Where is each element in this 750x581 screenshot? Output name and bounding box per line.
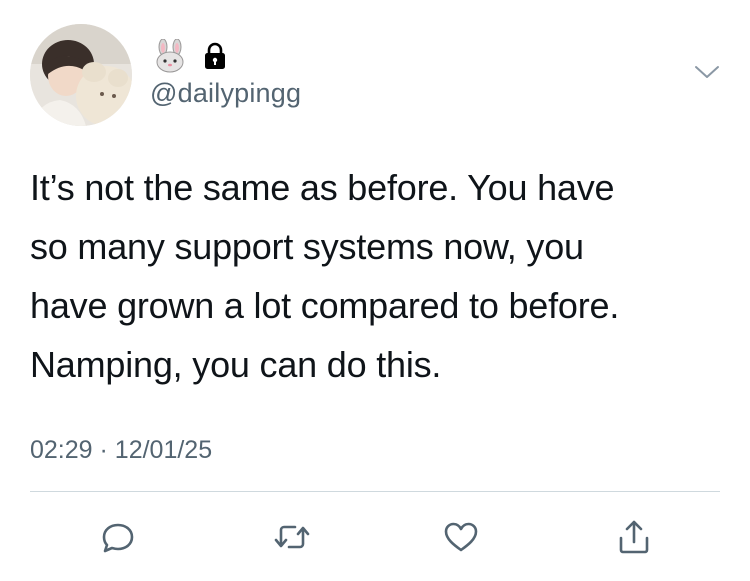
avatar-photo — [30, 24, 132, 126]
tweet-text: It’s not the same as before. You have so… — [30, 167, 620, 385]
tweet-card: @dailypingg It’s not the same as before.… — [0, 0, 750, 581]
timestamp-separator: · — [99, 436, 108, 464]
retweet-button[interactable] — [272, 517, 312, 557]
action-bar — [0, 517, 750, 557]
like-icon — [444, 522, 478, 552]
like-button[interactable] — [441, 517, 481, 557]
divider — [30, 491, 720, 492]
tweet-timestamp[interactable]: 02:29 · 12/01/25 — [30, 436, 212, 465]
tweet-time: 02:29 — [30, 436, 93, 464]
retweet-icon — [274, 525, 310, 549]
more-options-chevron[interactable] — [692, 62, 722, 84]
reply-button[interactable] — [98, 517, 138, 557]
chevron-down-icon — [695, 66, 719, 78]
bunny-emoji — [156, 39, 184, 73]
share-icon — [619, 520, 649, 554]
display-name[interactable] — [152, 38, 228, 74]
user-handle[interactable]: @dailypingg — [150, 78, 301, 109]
lock-icon — [205, 42, 225, 69]
reply-icon — [102, 523, 134, 553]
share-button[interactable] — [614, 517, 654, 557]
tweet-date: 12/01/25 — [114, 436, 213, 464]
avatar[interactable] — [30, 24, 132, 126]
